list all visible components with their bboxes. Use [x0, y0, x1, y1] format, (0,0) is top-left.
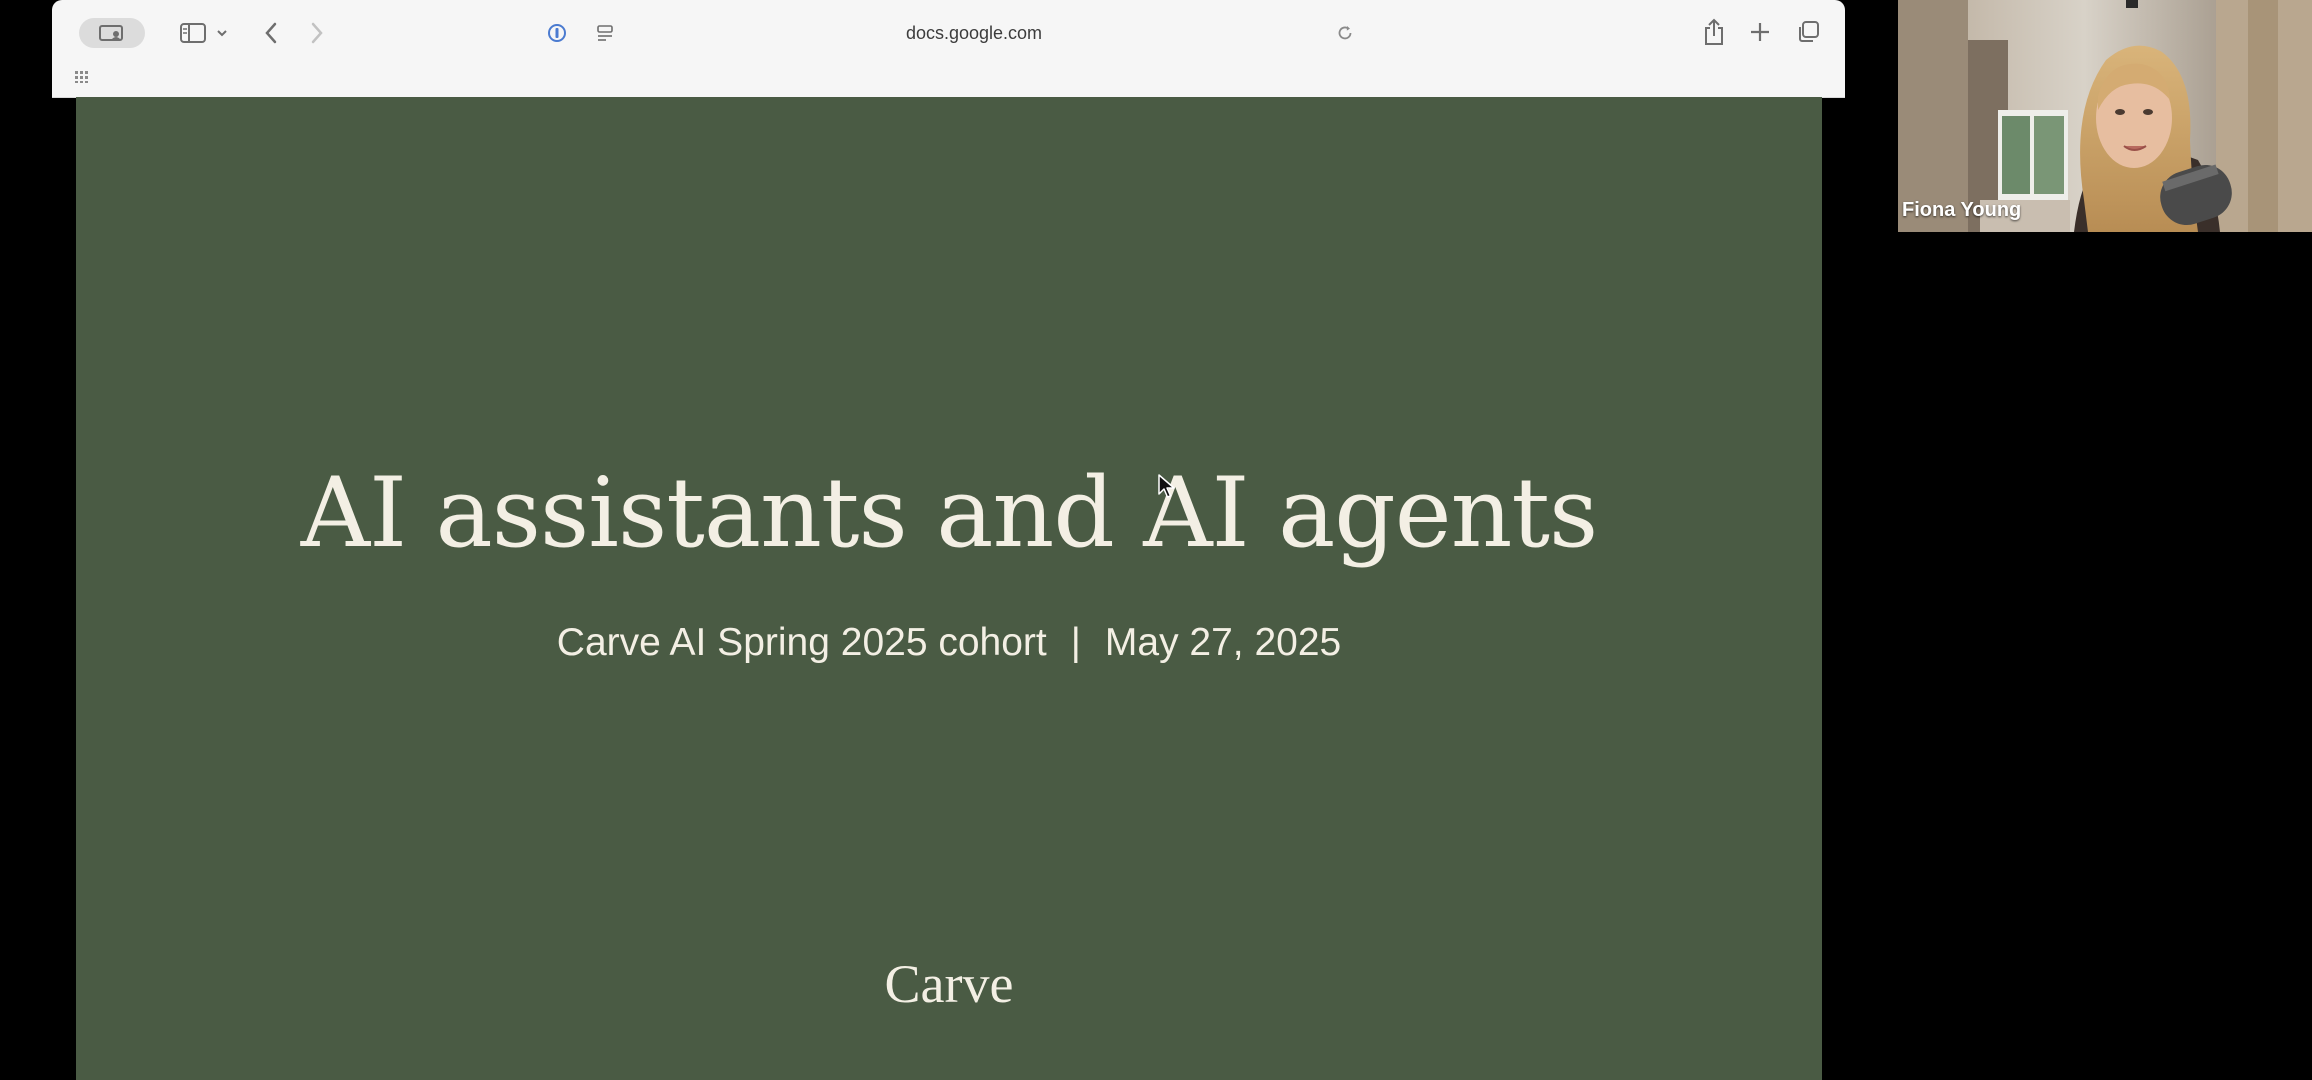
subtitle-separator: | [1070, 621, 1081, 664]
participant-video-tile[interactable]: Fiona Young [1898, 0, 2312, 232]
tab-overview-icon [1799, 21, 1819, 42]
address-bar[interactable]: docs.google.com [584, 14, 1364, 52]
mouse-cursor-icon [1158, 474, 1175, 498]
sidebar-menu-button[interactable] [214, 22, 230, 44]
back-arrow-icon [265, 22, 277, 44]
plus-icon [1751, 23, 1769, 41]
share-button[interactable] [1698, 14, 1730, 50]
reload-button[interactable] [1332, 20, 1358, 46]
back-button[interactable] [256, 16, 286, 50]
forward-arrow-icon [311, 22, 323, 44]
forward-button[interactable] [302, 16, 332, 50]
participant-video [1898, 0, 2312, 232]
grid-icon [75, 71, 88, 83]
presentation-slide: AI assistants and AI agents Carve AI Spr… [76, 97, 1822, 1080]
sidebar-icon [180, 23, 206, 43]
sidebar-toggle-button[interactable] [176, 18, 210, 48]
reload-icon [1338, 26, 1352, 40]
favorites-bar-button[interactable] [72, 66, 94, 88]
participant-name: Fiona Young [1902, 199, 2022, 221]
screen: docs.google.com AI assistants and AI age… [0, 0, 2312, 1080]
privacy-report-button[interactable] [542, 18, 572, 48]
slide-subtitle: Carve AI Spring 2025 cohort | May 27, 2025 [76, 621, 1822, 665]
date-label: May 27, 2025 [1104, 621, 1342, 664]
privacy-report-icon [548, 24, 566, 42]
profile-button[interactable] [79, 18, 145, 48]
browser-window: docs.google.com AI assistants and AI age… [52, 0, 1845, 1080]
slide-title: AI assistants and AI agents [300, 457, 1598, 569]
new-tab-button[interactable] [1744, 16, 1776, 48]
share-icon [1705, 18, 1723, 45]
profile-icon [99, 25, 123, 41]
chevron-down-icon [217, 30, 227, 37]
tab-overview-button[interactable] [1792, 16, 1824, 48]
cohort-label: Carve AI Spring 2025 cohort [556, 621, 1047, 664]
url-text[interactable]: docs.google.com [584, 23, 1364, 44]
carve-logo: Carve [884, 954, 1014, 1014]
browser-toolbar: docs.google.com [52, 0, 1845, 98]
